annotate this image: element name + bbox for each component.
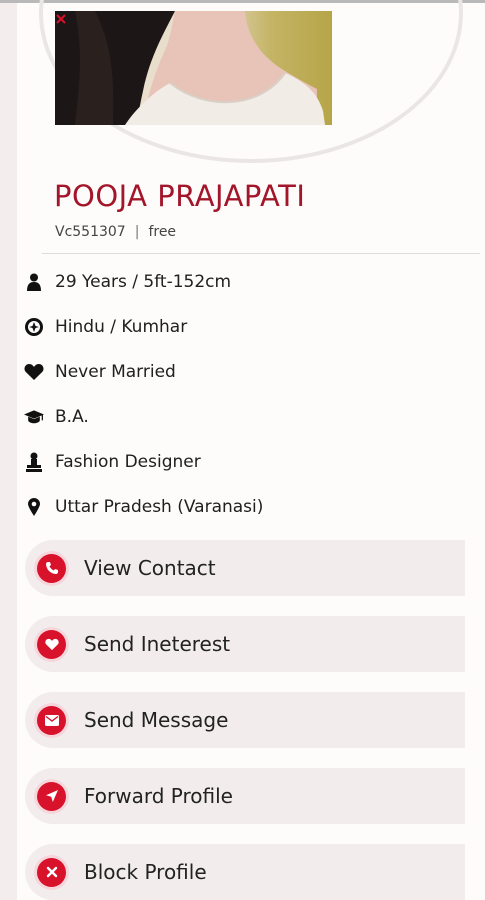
view-contact-label: View Contact bbox=[84, 556, 216, 580]
detail-age-height: 29 Years / 5ft-152cm bbox=[24, 272, 231, 292]
profile-name: POOJA PRAJAPATI bbox=[54, 179, 306, 213]
divider bbox=[42, 253, 480, 254]
block-profile-label: Block Profile bbox=[84, 860, 207, 884]
profile-photo[interactable] bbox=[55, 11, 332, 125]
send-message-button[interactable]: Send Message bbox=[25, 692, 465, 748]
graduation-cap-icon bbox=[24, 407, 44, 427]
block-profile-button[interactable]: Block Profile bbox=[25, 844, 465, 900]
send-interest-button[interactable]: Send Ineterest bbox=[25, 616, 465, 672]
forward-arrow-icon bbox=[37, 781, 66, 811]
view-contact-button[interactable]: View Contact bbox=[25, 540, 465, 596]
heart-icon bbox=[37, 629, 66, 659]
location-pin-icon bbox=[24, 497, 44, 517]
detail-marital-status: Never Married bbox=[24, 362, 176, 382]
send-interest-label: Send Ineterest bbox=[84, 632, 231, 656]
profile-meta: Vc551307 | free bbox=[55, 224, 176, 240]
detail-location: Uttar Pradesh (Varanasi) bbox=[24, 497, 263, 517]
heart-icon bbox=[24, 362, 44, 382]
detail-occupation: Fashion Designer bbox=[24, 452, 201, 472]
send-message-label: Send Message bbox=[84, 708, 229, 732]
close-icon bbox=[37, 857, 66, 887]
detail-religion: Hindu / Kumhar bbox=[24, 317, 187, 337]
person-icon bbox=[24, 272, 44, 292]
forward-profile-button[interactable]: Forward Profile bbox=[25, 768, 465, 824]
detail-education: B.A. bbox=[24, 407, 89, 427]
phone-icon bbox=[37, 553, 66, 583]
forward-profile-label: Forward Profile bbox=[84, 784, 233, 808]
membership-plan: free bbox=[148, 224, 177, 240]
occupation-icon bbox=[24, 452, 44, 472]
meta-separator: | bbox=[134, 224, 140, 240]
religion-icon bbox=[24, 317, 44, 337]
profile-id: Vc551307 bbox=[55, 224, 126, 240]
envelope-icon bbox=[37, 705, 66, 735]
